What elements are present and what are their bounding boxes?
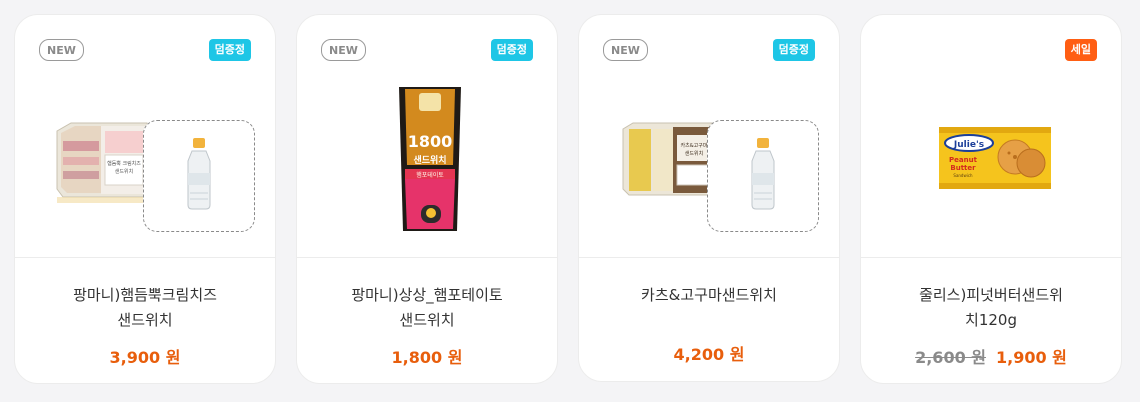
new-badge: NEW [39, 39, 84, 61]
water-bottle-illustration [187, 138, 211, 210]
water-bottle-illustration [751, 138, 775, 210]
product-price: 2,600 원 1,900 원 [861, 344, 1121, 368]
svg-text:샌드위치: 샌드위치 [413, 154, 446, 166]
svg-text:1800: 1800 [408, 132, 453, 151]
new-badge: NEW [321, 39, 366, 61]
svg-text:햄포테이토: 햄포테이토 [416, 171, 444, 179]
product-card[interactable]: 햄듬뿍 크림치즈 샌드위치 NEW 덤증정 팡마니)햄듬뿍크림치즈 샌드위치 3… [14, 14, 276, 384]
divider [579, 257, 839, 258]
product-price: 4,200 원 [673, 345, 745, 364]
gift-tag-badge: 덤증정 [208, 39, 251, 61]
sale-price: 1,900 원 [996, 348, 1067, 367]
product-card[interactable]: Julie's Peanut Butter Sandwich 세일 줄리스)피넛… [860, 14, 1122, 384]
svg-text:Butter: Butter [950, 164, 976, 172]
gift-item-box [143, 120, 255, 232]
svg-text:햄듬뿍 크림치즈: 햄듬뿍 크림치즈 [107, 160, 141, 167]
divider [297, 257, 557, 258]
product-price: 1,800 원 [391, 348, 463, 367]
svg-text:Peanut: Peanut [949, 156, 978, 164]
divider [861, 257, 1121, 258]
svg-text:Julie's: Julie's [953, 140, 984, 150]
svg-text:샌드위치: 샌드위치 [685, 150, 703, 157]
sale-tag-badge: 세일 [1064, 39, 1097, 61]
product-name[interactable]: 줄리스)피넛버터샌드위 치120g [881, 283, 1101, 333]
product-name[interactable]: 팡마니)상상_햄포테이토 샌드위치 [317, 283, 537, 333]
svg-text:Sandwich: Sandwich [953, 173, 973, 178]
divider [15, 257, 275, 258]
svg-text:샌드위치: 샌드위치 [115, 168, 133, 175]
svg-text:카츠&고구마: 카츠&고구마 [681, 142, 708, 149]
gift-tag-badge: 덤증정 [772, 39, 815, 61]
gift-item-box [707, 120, 819, 232]
new-badge: NEW [603, 39, 648, 61]
product-card[interactable]: 카츠&고구마 샌드위치 NEW 덤증정 카츠&고구마샌드위치 4,200 원 [578, 14, 840, 382]
product-price: 3,900 원 [109, 348, 181, 367]
product-name[interactable]: 카츠&고구마샌드위치 [599, 283, 819, 308]
original-price: 2,600 원 [915, 348, 986, 367]
product-card[interactable]: 1800 샌드위치 햄포테이토 NEW 덤증정 팡마니)상상_햄포테이토 샌드위… [296, 14, 558, 384]
product-name[interactable]: 팡마니)햄듬뿍크림치즈 샌드위치 [35, 283, 255, 333]
gift-tag-badge: 덤증정 [490, 39, 533, 61]
